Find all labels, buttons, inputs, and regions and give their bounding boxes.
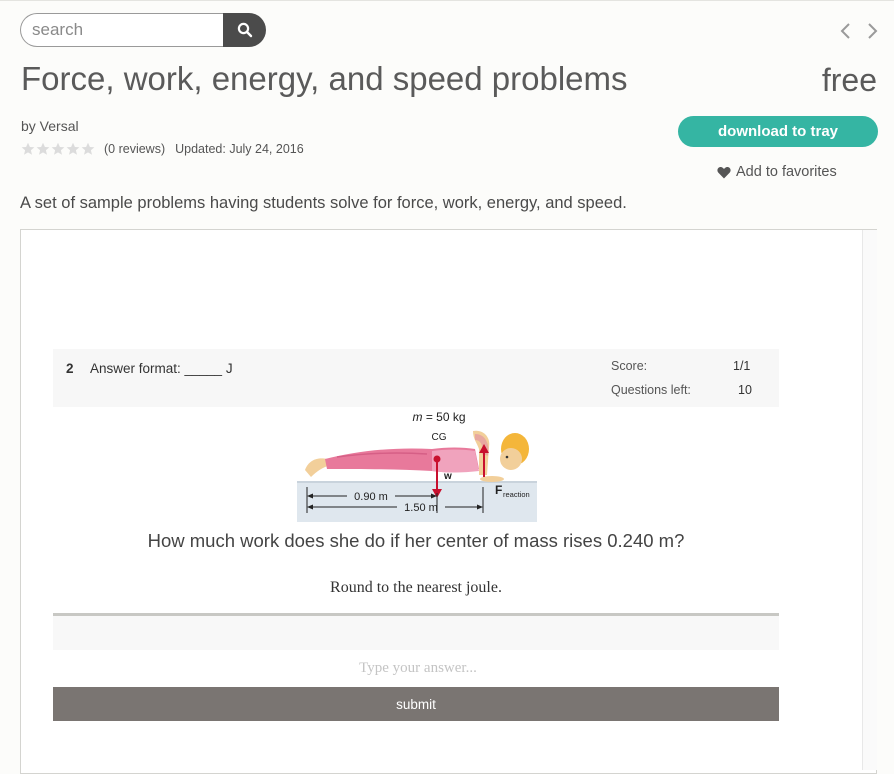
add-to-favorites-label: Add to favorites <box>736 164 837 180</box>
submit-button[interactable]: submit <box>53 687 779 721</box>
star-icon <box>51 142 65 155</box>
chevron-left-icon[interactable] <box>838 22 854 40</box>
author-byline[interactable]: by Versal <box>21 118 79 134</box>
download-to-tray-button[interactable]: download to tray <box>678 116 878 147</box>
score-label: Score: <box>611 359 648 373</box>
answer-input[interactable] <box>53 652 783 684</box>
question-instruction: Round to the nearest joule. <box>330 579 502 596</box>
star-icon <box>36 142 50 155</box>
reviews-count[interactable]: (0 reviews) <box>104 142 165 156</box>
cg-point <box>433 455 441 463</box>
score-value: 1/1 <box>733 359 751 373</box>
chevron-right-icon[interactable] <box>864 22 880 40</box>
questions-left-value: 10 <box>738 383 752 397</box>
updated-date: Updated: July 24, 2016 <box>175 142 304 156</box>
pushup-figure: m = 50 kg CG w F reaction 0.90 m 1.50 m <box>297 410 537 522</box>
search-bar <box>20 13 266 47</box>
star-icon <box>81 142 95 155</box>
svg-text:m = 50 kg: m = 50 kg <box>412 410 465 424</box>
heart-icon <box>717 166 731 178</box>
question-text: How much work does she do if her center … <box>147 530 685 551</box>
page-title: Force, work, energy, and speed problems <box>21 60 628 97</box>
add-to-favorites-link[interactable]: Add to favorites <box>717 164 837 180</box>
search-input[interactable] <box>21 14 222 46</box>
preview-scrollbar[interactable] <box>862 230 877 770</box>
f-label: F <box>495 483 502 497</box>
resource-description: A set of sample problems having students… <box>20 194 627 212</box>
search-button[interactable] <box>223 13 266 47</box>
dist-090-label: 0.90 m <box>354 491 388 503</box>
dist-150-label: 1.50 m <box>404 502 438 514</box>
star-rating[interactable] <box>21 142 95 156</box>
price-label: free <box>821 62 877 98</box>
search-field[interactable] <box>20 13 223 47</box>
top-border <box>0 0 894 1</box>
w-label: w <box>443 471 452 482</box>
rating-row: (0 reviews) Updated: July 24, 2016 <box>21 142 304 156</box>
answer-area <box>53 616 779 650</box>
answer-format: Answer format: _____ J <box>90 361 233 376</box>
head <box>500 448 522 470</box>
f-sub-label: reaction <box>503 490 530 499</box>
question-header: 2 Answer format: _____ J Score: 1/1 Ques… <box>53 349 779 407</box>
questions-left-label: Questions left: <box>611 383 691 397</box>
search-icon <box>237 22 252 38</box>
cg-label: CG <box>432 432 447 443</box>
question-number: 2 <box>66 361 74 376</box>
star-icon <box>66 142 80 155</box>
star-icon <box>21 142 35 155</box>
